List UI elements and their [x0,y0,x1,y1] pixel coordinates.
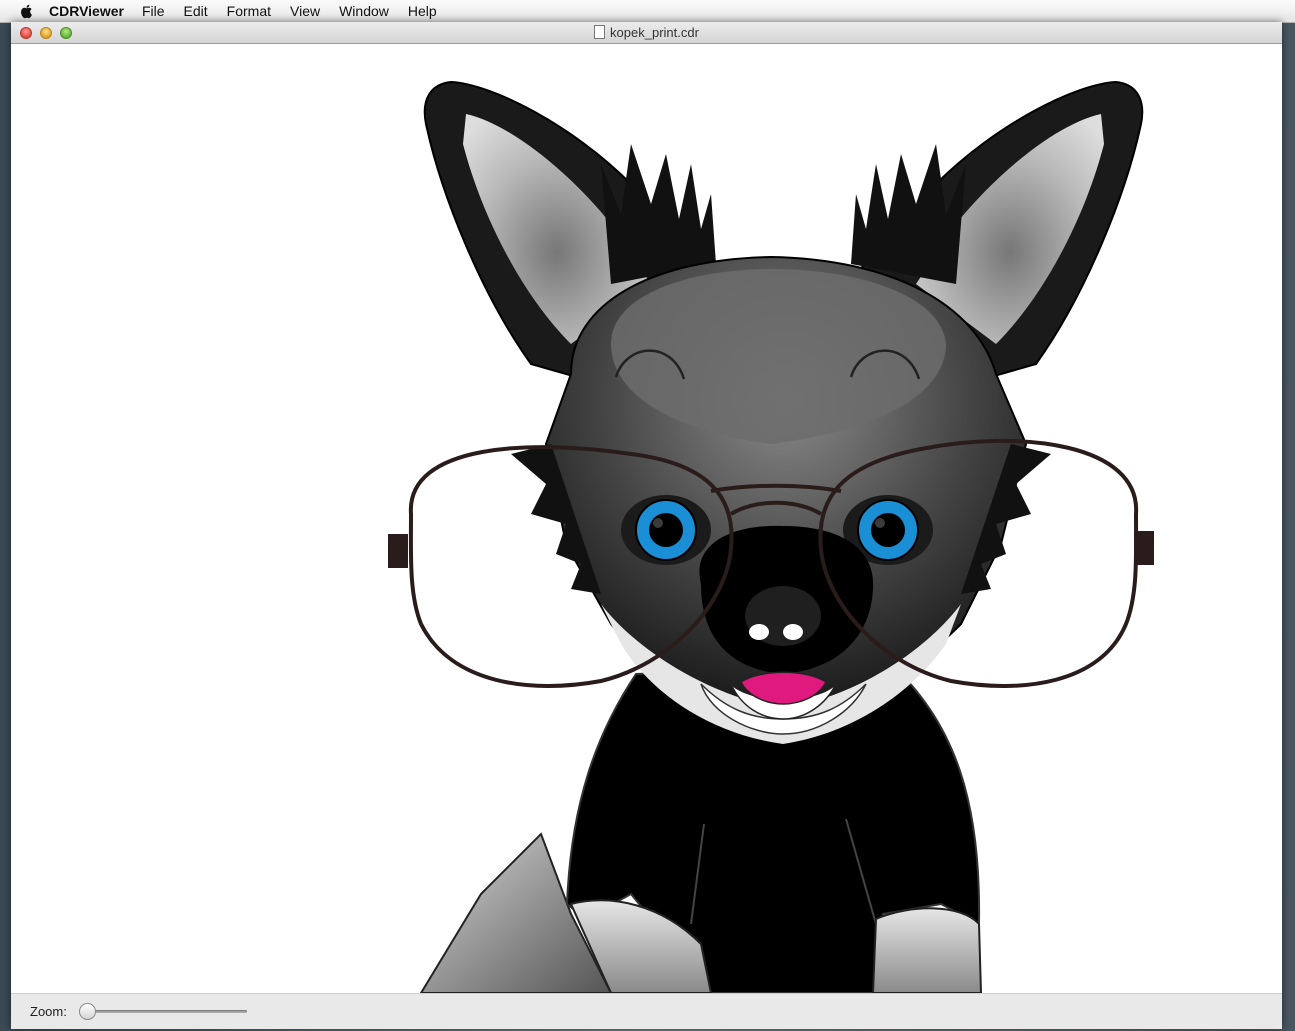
menu-app-name[interactable]: CDRViewer [49,3,124,19]
window-title: kopek_print.cdr [11,25,1282,40]
menu-file[interactable]: File [142,3,165,19]
document-window: kopek_print.cdr Zoom: [11,22,1282,1029]
menu-window[interactable]: Window [339,3,389,19]
drawing-canvas[interactable] [11,44,1282,993]
menu-help[interactable]: Help [408,3,437,19]
apple-icon[interactable] [19,3,35,19]
menu-bar: CDRViewer File Edit Format View Window H… [0,0,1295,23]
dog-illustration [388,80,1154,993]
menu-view[interactable]: View [290,3,320,19]
zoom-bar: Zoom: [11,993,1282,1029]
zoom-slider-knob[interactable] [79,1003,96,1020]
zoom-slider-track[interactable] [89,1010,247,1013]
menu-format[interactable]: Format [227,3,271,19]
menu-edit[interactable]: Edit [184,3,208,19]
window-title-text: kopek_print.cdr [610,25,699,40]
zoom-label: Zoom: [30,1004,67,1019]
document-icon [594,25,606,39]
title-bar[interactable]: kopek_print.cdr [11,22,1282,44]
